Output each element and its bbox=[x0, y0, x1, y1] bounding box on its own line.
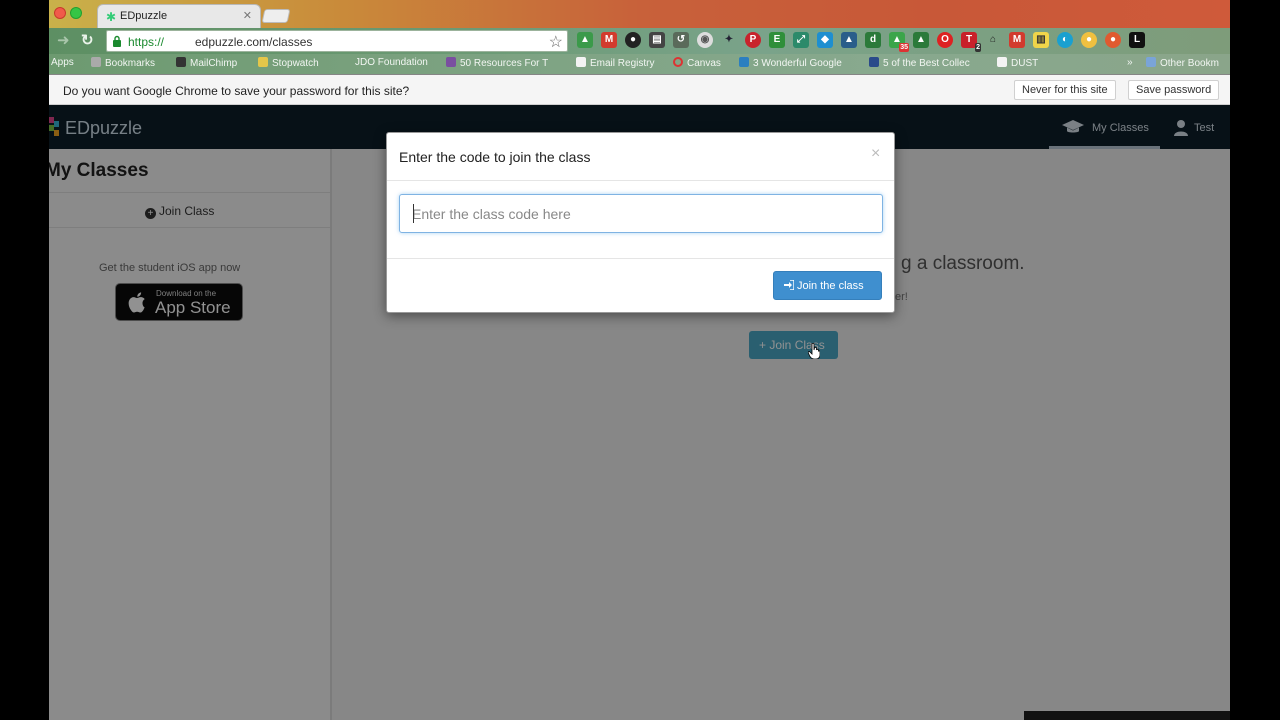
extensions-row: ▲ M ● ▤ ↺ ◉ ✦ P E ⤢ ◆ ▲ d ▲ 35 ▲ O T2 ⌂ M… bbox=[577, 32, 1145, 52]
class-code-input[interactable] bbox=[399, 194, 883, 233]
bookmark-3-wonderful[interactable]: 3 Wonderful Google bbox=[739, 57, 842, 69]
bookmark-label: Canvas bbox=[687, 58, 721, 69]
screen: ✱ EDpuzzle ✕ ➜ ↻ https:// edpuzzle.com/c… bbox=[0, 0, 1280, 720]
drive-green-icon[interactable]: ▲ bbox=[913, 32, 929, 48]
bookmark-label: Bookmarks bbox=[105, 58, 156, 69]
reload-icon[interactable]: ↻ bbox=[81, 32, 94, 50]
orange-ext-icon[interactable]: ● bbox=[1105, 32, 1121, 48]
never-for-this-site-button[interactable]: Never for this site bbox=[1014, 80, 1116, 100]
gmail-counter-icon[interactable]: ▲ 35 bbox=[889, 32, 909, 52]
tab-strip: ✱ EDpuzzle ✕ bbox=[49, 0, 1230, 28]
bookmark-dust[interactable]: DUST bbox=[997, 57, 1038, 69]
tab-close-icon[interactable]: ✕ bbox=[243, 9, 252, 22]
bookmark-stopwatch[interactable]: Stopwatch bbox=[258, 57, 319, 69]
join-the-class-label: Join the class bbox=[797, 279, 864, 292]
infobar-message: Do you want Google Chrome to save your p… bbox=[63, 84, 410, 98]
circle-ext-icon[interactable]: ◐ bbox=[1057, 32, 1073, 48]
page-icon bbox=[576, 57, 586, 67]
pinterest-icon[interactable]: P bbox=[745, 32, 761, 48]
bookmark-label: 3 Wonderful Google bbox=[753, 58, 842, 69]
bookmark-label: Email Registry bbox=[590, 58, 655, 69]
modal-title: Enter the code to join the class bbox=[399, 149, 591, 165]
todoist-count-badge: 2 bbox=[975, 43, 981, 52]
new-tab-button[interactable] bbox=[261, 9, 291, 23]
bottom-status-strip bbox=[1024, 711, 1230, 720]
bookmark-star-icon[interactable]: ☆ bbox=[549, 32, 563, 52]
save-password-infobar: Do you want Google Chrome to save your p… bbox=[49, 75, 1230, 105]
edpuzzle-favicon-icon: ✱ bbox=[106, 10, 117, 24]
join-class-modal: Enter the code to join the class × Join … bbox=[386, 132, 895, 313]
forward-arrow-icon[interactable]: ➜ bbox=[57, 32, 70, 50]
chrome-ext-icon[interactable]: ● bbox=[625, 32, 641, 48]
bird-icon[interactable]: ✦ bbox=[721, 32, 737, 48]
bookmarks-bar: Apps Bookmarks MailChimp Stopwatch JDO F… bbox=[49, 54, 1230, 74]
modal-close-icon[interactable]: × bbox=[871, 145, 880, 163]
gmail-count-badge: 35 bbox=[899, 43, 909, 52]
modal-divider bbox=[387, 180, 894, 181]
bookmark-50-resources[interactable]: 50 Resources For T bbox=[446, 57, 548, 69]
expand-icon[interactable]: ⤢ bbox=[793, 32, 809, 48]
evernote-icon[interactable]: E bbox=[769, 32, 785, 48]
mailchimp-icon bbox=[176, 57, 186, 67]
yellow-ext-icon[interactable]: ● bbox=[1081, 32, 1097, 48]
drive-icon[interactable]: ▲ bbox=[577, 32, 593, 48]
resources-icon bbox=[446, 57, 456, 67]
bookmark-label: Stopwatch bbox=[272, 58, 319, 69]
folder-icon bbox=[1146, 57, 1156, 67]
lock-icon bbox=[113, 35, 121, 47]
pin-bm-icon bbox=[869, 57, 879, 67]
address-bar[interactable]: https:// edpuzzle.com/classes ☆ bbox=[106, 30, 568, 52]
modal-divider bbox=[387, 258, 894, 259]
bookmark-email-registry[interactable]: Email Registry bbox=[576, 57, 654, 69]
bookmark-apps[interactable]: Apps bbox=[51, 57, 74, 68]
diigo-icon[interactable]: d bbox=[865, 32, 881, 48]
l-ext-icon[interactable]: L bbox=[1129, 32, 1145, 48]
text-caret bbox=[413, 204, 414, 223]
browser-toolbar: ➜ ↻ https:// edpuzzle.com/classes ☆ ▲ M … bbox=[49, 28, 1230, 54]
stopwatch-icon bbox=[258, 57, 268, 67]
opera-icon[interactable]: O bbox=[937, 32, 953, 48]
url-path: edpuzzle.com/classes bbox=[195, 35, 313, 49]
film-icon[interactable]: ▤ bbox=[649, 32, 665, 48]
gmail-2-icon[interactable]: M bbox=[1009, 32, 1025, 48]
refresh-ext-icon[interactable]: ↺ bbox=[673, 32, 689, 48]
close-window-button[interactable] bbox=[54, 7, 66, 19]
bookmark-canvas[interactable]: Canvas bbox=[673, 57, 721, 69]
star-folder-icon bbox=[91, 57, 101, 67]
bars-icon[interactable]: ▥ bbox=[1033, 32, 1049, 48]
url-scheme: https:// bbox=[128, 35, 165, 49]
zoom-window-button[interactable] bbox=[70, 7, 82, 19]
bookmark-label: DUST bbox=[1011, 58, 1039, 69]
bookmarks-overflow-icon[interactable]: » bbox=[1127, 57, 1133, 68]
bank-icon[interactable]: ⌂ bbox=[985, 32, 1001, 48]
bookmark-5-of-the-best[interactable]: 5 of the Best Collec bbox=[869, 57, 970, 69]
diamond-icon[interactable]: ◆ bbox=[817, 32, 833, 48]
tab-title: EDpuzzle bbox=[120, 10, 168, 22]
hand-cursor-icon bbox=[808, 343, 820, 359]
bookmark-mailchimp[interactable]: MailChimp bbox=[176, 57, 237, 69]
google-icon bbox=[739, 57, 749, 67]
bookmark-jdo-foundation[interactable]: JDO Foundation bbox=[355, 57, 428, 68]
bookmark-label: Other Bookm bbox=[1160, 58, 1219, 69]
save-password-button[interactable]: Save password bbox=[1128, 80, 1220, 100]
bookmark-other[interactable]: Other Bookm bbox=[1146, 57, 1219, 69]
sign-in-icon bbox=[784, 279, 794, 290]
page-icon bbox=[997, 57, 1007, 67]
tab-edpuzzle[interactable]: ✱ EDpuzzle ✕ bbox=[97, 4, 261, 28]
gmail-icon[interactable]: M bbox=[601, 32, 617, 48]
browser-window: ✱ EDpuzzle ✕ ➜ ↻ https:// edpuzzle.com/c… bbox=[49, 0, 1230, 720]
todoist-icon[interactable]: T2 bbox=[961, 32, 981, 52]
bookmark-label: 5 of the Best Collec bbox=[883, 58, 970, 69]
canvas-icon bbox=[673, 57, 683, 67]
join-the-class-button[interactable]: Join the class bbox=[773, 271, 882, 300]
bookmark-label: 50 Resources For T bbox=[460, 58, 549, 69]
bookmark-label: MailChimp bbox=[190, 58, 238, 69]
pin-icon[interactable]: ◉ bbox=[697, 32, 713, 48]
bookmark-bookmarks[interactable]: Bookmarks bbox=[91, 57, 155, 69]
mountain-icon[interactable]: ▲ bbox=[841, 32, 857, 48]
